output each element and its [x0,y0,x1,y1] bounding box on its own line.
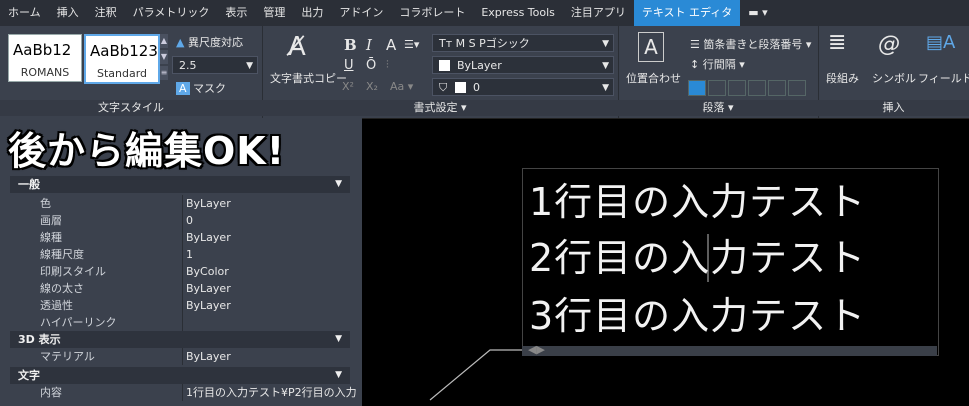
leader-line [429,234,709,401]
